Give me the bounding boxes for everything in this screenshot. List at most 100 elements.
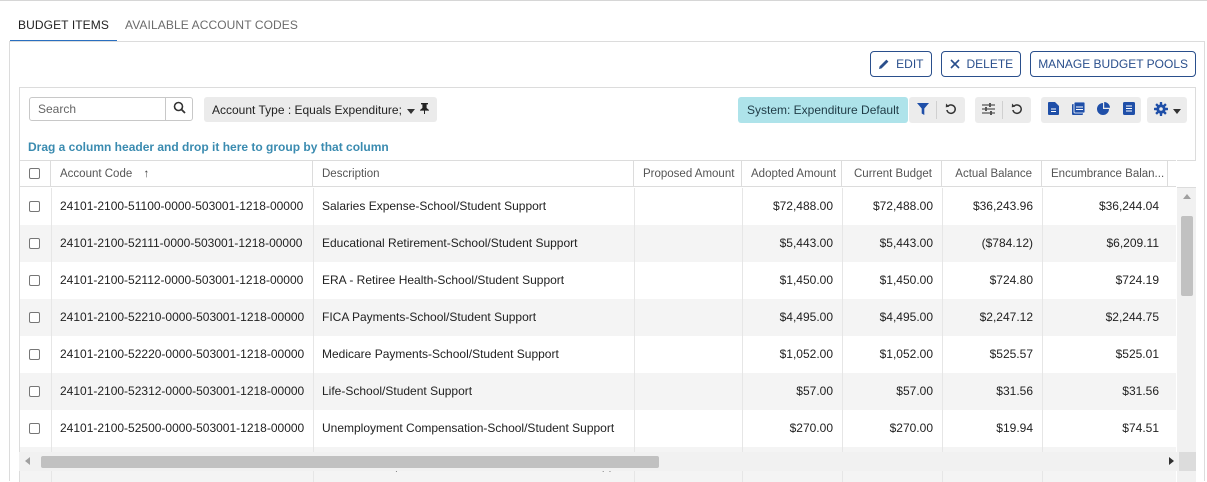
header-scroll-gap xyxy=(1177,160,1196,188)
tab-available-account-codes[interactable]: AVAILABLE ACCOUNT CODES xyxy=(117,8,306,42)
table-row[interactable]: 24101-2100-52312-0000-503001-1218-00000 L… xyxy=(20,373,1176,410)
cell-current-budget: $4,495.00 xyxy=(879,310,933,324)
edit-button[interactable]: EDIT xyxy=(870,51,932,77)
cell-actual-balance: $724.80 xyxy=(989,273,1033,287)
cell-actual-balance: $36,243.96 xyxy=(972,199,1033,213)
filter-chip-account-type[interactable]: Account Type : Equals Expenditure; xyxy=(204,97,437,122)
row-select-checkbox[interactable] xyxy=(29,386,40,397)
row-select-checkbox[interactable] xyxy=(29,349,40,360)
search-box xyxy=(29,97,193,121)
vertical-scroll-thumb[interactable] xyxy=(1181,216,1193,296)
horizontal-scroll-thumb[interactable] xyxy=(41,456,659,468)
row-select-checkbox[interactable] xyxy=(29,238,40,249)
scrollbar-corner xyxy=(1179,452,1196,471)
group-by-drop-zone[interactable]: Drag a column header and drop it here to… xyxy=(28,140,389,154)
row-select-checkbox[interactable] xyxy=(29,275,40,286)
manage-budget-pools-button[interactable]: MANAGE BUDGET POOLS xyxy=(1030,51,1196,77)
settings-menu-group xyxy=(1147,97,1187,123)
row-select-checkbox[interactable] xyxy=(29,312,40,323)
action-bar: EDIT DELETE MANAGE BUDGET POOLS xyxy=(870,51,1196,77)
delete-button[interactable]: DELETE xyxy=(940,51,1022,77)
export-list-button[interactable] xyxy=(1116,97,1141,123)
cell-adopted-amount: $57.00 xyxy=(796,384,833,398)
horizontal-scrollbar[interactable] xyxy=(19,452,1179,471)
column-header-account-code[interactable]: Account Code ↑ xyxy=(51,161,313,187)
undo-icon xyxy=(945,103,957,118)
cell-encumbrance-balance: $74.51 xyxy=(1122,421,1159,435)
cell-proposed-amount xyxy=(634,336,742,373)
pdf-icon xyxy=(1072,101,1086,118)
filter-funnel-icon xyxy=(916,102,929,118)
column-settings-button[interactable] xyxy=(975,97,1002,123)
cell-proposed-amount xyxy=(634,188,742,225)
cell-encumbrance-balance: $6,209.11 xyxy=(1106,236,1160,250)
cell-actual-balance: $2,247.12 xyxy=(979,310,1033,324)
scroll-left-icon[interactable] xyxy=(25,457,30,465)
column-header-encumbrance-balance[interactable]: Encumbrance Balan... xyxy=(1042,161,1168,187)
table-row[interactable]: 24101-2100-52112-0000-503001-1218-00000 E… xyxy=(20,262,1176,299)
cell-encumbrance-balance: $36,244.04 xyxy=(1098,199,1159,213)
cell-adopted-amount: $4,495.00 xyxy=(779,310,833,324)
reset-filter-button[interactable] xyxy=(937,97,964,123)
export-pdf-button[interactable] xyxy=(1066,97,1091,123)
chevron-down-icon xyxy=(1172,103,1181,117)
table-row[interactable]: 24101-2100-52220-0000-503001-1218-00000 M… xyxy=(20,336,1176,373)
column-header-description[interactable]: Description xyxy=(313,161,634,187)
cell-account-code: 24101-2100-52500-0000-503001-1218-00000 xyxy=(60,421,305,435)
cell-current-budget: $1,450.00 xyxy=(879,273,933,287)
cell-actual-balance: ($784.12) xyxy=(981,236,1033,250)
gear-icon xyxy=(1153,101,1168,119)
cell-description: Medicare Payments-School/Student Support xyxy=(322,347,559,361)
table-row[interactable]: 24101-2100-51100-0000-503001-1218-00000 S… xyxy=(20,188,1176,225)
pin-icon[interactable] xyxy=(419,102,429,117)
data-table: Account Code ↑ Description Proposed Amou… xyxy=(20,160,1176,482)
column-header-actual-balance[interactable]: Actual Balance xyxy=(942,161,1042,187)
cell-account-code: 24101-2100-52210-0000-503001-1218-00000 xyxy=(60,310,305,324)
top-border xyxy=(0,0,1207,3)
table-row[interactable]: 24101-2100-52210-0000-503001-1218-00000 F… xyxy=(20,299,1176,336)
cell-current-budget: $57.00 xyxy=(896,384,933,398)
tab-budget-items[interactable]: BUDGET ITEMS xyxy=(10,8,117,42)
sliders-icon xyxy=(982,102,995,118)
table-row[interactable]: 24101-2100-52500-0000-503001-1218-00000 U… xyxy=(20,410,1176,447)
search-input[interactable] xyxy=(30,98,167,120)
filter-tools-group xyxy=(909,97,965,123)
scroll-right-icon[interactable] xyxy=(1169,457,1174,465)
column-header-adopted-amount[interactable]: Adopted Amount xyxy=(742,161,842,187)
pencil-icon xyxy=(878,58,890,70)
budget-items-grid: Account Type : Equals Expenditure; Syste… xyxy=(19,87,1196,482)
system-view-label: System: Expenditure Default xyxy=(747,103,900,117)
select-all-checkbox[interactable] xyxy=(29,168,40,179)
cell-adopted-amount: $1,052.00 xyxy=(779,347,833,361)
column-header-proposed-amount[interactable]: Proposed Amount xyxy=(634,161,742,187)
column-header-current-budget[interactable]: Current Budget xyxy=(842,161,942,187)
cell-description: Unemployment Compensation-School/Student… xyxy=(322,421,615,435)
cell-actual-balance: $525.57 xyxy=(989,347,1033,361)
search-icon xyxy=(173,101,186,117)
settings-menu-button[interactable] xyxy=(1147,97,1187,123)
cell-account-code: 24101-2100-52312-0000-503001-1218-00000 xyxy=(60,384,305,398)
export-document-button[interactable] xyxy=(1041,97,1066,123)
search-button[interactable] xyxy=(165,98,192,120)
cell-account-code: 24101-2100-52112-0000-503001-1218-00000 xyxy=(60,273,304,287)
system-view-chip[interactable]: System: Expenditure Default xyxy=(738,97,909,123)
edit-button-label: EDIT xyxy=(896,57,924,71)
chevron-down-icon[interactable] xyxy=(406,103,415,117)
cell-proposed-amount xyxy=(634,262,742,299)
cell-account-code: 24101-2100-51100-0000-503001-1218-00000 xyxy=(60,199,304,213)
export-chart-button[interactable] xyxy=(1091,97,1116,123)
cell-current-budget: $270.00 xyxy=(889,421,933,435)
row-select-checkbox[interactable] xyxy=(29,423,40,434)
row-select-checkbox[interactable] xyxy=(29,201,40,212)
table-row[interactable]: 24101-2100-52111-0000-503001-1218-00000 E… xyxy=(20,225,1176,262)
cell-adopted-amount: $270.00 xyxy=(789,421,833,435)
export-tools-group xyxy=(1041,97,1141,123)
document-icon xyxy=(1048,102,1059,118)
delete-button-label: DELETE xyxy=(966,57,1014,71)
vertical-scrollbar[interactable] xyxy=(1177,188,1196,482)
tab-bar: BUDGET ITEMS AVAILABLE ACCOUNT CODES xyxy=(10,8,306,42)
filter-button[interactable] xyxy=(909,97,936,123)
reset-columns-button[interactable] xyxy=(1003,97,1030,123)
manage-button-label: MANAGE BUDGET POOLS xyxy=(1038,57,1188,71)
scroll-up-icon[interactable] xyxy=(1183,194,1191,199)
